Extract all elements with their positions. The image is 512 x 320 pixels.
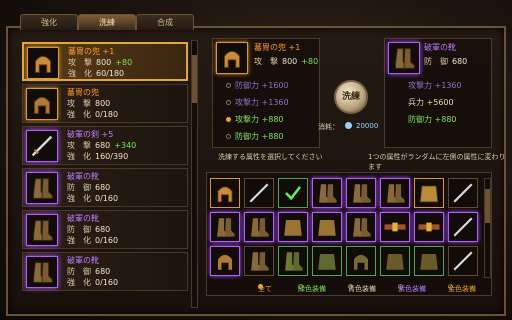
- gem-icon: [345, 122, 352, 129]
- equipment-list: 蕃冑の兜 +1 攻 撃 800 +80 強 化 60/180 蕃冑の兜 攻 撃 800 …: [22, 40, 190, 312]
- list-item[interactable]: 破軍の靴 防 御 680 強 化 0/160: [22, 252, 188, 291]
- sword-icon[interactable]: [448, 178, 478, 208]
- armor-icon[interactable]: [312, 246, 342, 276]
- source-hint: 1つの属性がランダムに左側の属性に変わります: [368, 153, 506, 171]
- cost-value: 20000: [356, 122, 379, 130]
- tab-synthesis[interactable]: 合成: [136, 14, 194, 30]
- boots-icon[interactable]: [312, 178, 342, 208]
- sword-icon[interactable]: [448, 246, 478, 276]
- sword-icon[interactable]: [448, 212, 478, 242]
- list-scrollbar-thumb[interactable]: [192, 55, 197, 103]
- armor-icon[interactable]: [278, 212, 308, 242]
- item-stat: 強 化 60/180: [68, 69, 125, 78]
- source-option: 兵力 +5600: [408, 98, 454, 107]
- boots-icon: [26, 214, 58, 246]
- item-stat: 強 化 160/390: [67, 152, 129, 161]
- helmet-icon[interactable]: [216, 42, 248, 74]
- boots-icon[interactable]: [346, 178, 376, 208]
- sword-icon: [26, 130, 58, 162]
- armor-icon[interactable]: [312, 212, 342, 242]
- checkmark-icon[interactable]: [278, 178, 308, 208]
- boots-icon[interactable]: [380, 178, 410, 208]
- source-stat: 防 御 680: [424, 57, 468, 66]
- armor-icon[interactable]: [380, 246, 410, 276]
- boots-icon: [26, 256, 58, 288]
- tab-enhance[interactable]: 強化: [20, 14, 78, 30]
- target-option[interactable]: 攻撃力 +1360: [226, 97, 289, 108]
- list-item[interactable]: 破軍の靴 防 御 680 強 化 0/160: [22, 168, 188, 207]
- list-scrollbar[interactable]: [191, 40, 198, 308]
- armor-icon[interactable]: [414, 178, 444, 208]
- item-name: 破軍の靴: [67, 172, 99, 181]
- helmet-icon: [26, 88, 58, 120]
- list-item[interactable]: 蕃冑の兜 +1 攻 撃 800 +80 強 化 60/180: [22, 42, 188, 81]
- boots-icon: [26, 172, 58, 204]
- refine-button[interactable]: 洗練: [334, 80, 368, 114]
- helmet-icon[interactable]: [210, 246, 240, 276]
- item-name: 破軍の剣 +5: [67, 130, 114, 139]
- item-stat: 攻 撃 800 +80: [68, 58, 133, 67]
- belt-icon[interactable]: [414, 212, 444, 242]
- helmet-icon: [27, 47, 59, 79]
- inventory-grid: [210, 178, 482, 278]
- item-stat: 強 化 0/180: [67, 110, 119, 119]
- cost-label: 消耗：: [318, 123, 339, 131]
- sword-icon[interactable]: [244, 178, 274, 208]
- boots-icon[interactable]: [388, 42, 420, 74]
- source-option: 防御力 +880: [408, 115, 457, 124]
- item-stat: 強 化 0/160: [67, 236, 119, 245]
- item-stat: 強 化 0/160: [67, 194, 119, 203]
- item-stat: 防 御 680: [67, 267, 111, 276]
- item-stat: 攻 撃 800: [67, 99, 111, 108]
- boots-icon[interactable]: [346, 212, 376, 242]
- item-stat: 防 御 680: [67, 225, 111, 234]
- source-name: 破軍の靴: [424, 43, 456, 52]
- target-option[interactable]: 防御力 +1600: [226, 80, 289, 91]
- target-hint: 洗練する属性を選択してください: [218, 153, 323, 161]
- target-name: 蕃冑の兜 +1: [254, 43, 301, 52]
- item-name: 破軍の靴: [67, 256, 99, 265]
- helmet-icon[interactable]: [346, 246, 376, 276]
- belt-icon[interactable]: [380, 212, 410, 242]
- item-stat: 防 御 680: [67, 183, 111, 192]
- list-item[interactable]: 蕃冑の兜 攻 撃 800 強 化 0/180: [22, 84, 188, 123]
- target-option[interactable]: 攻撃力 +880: [226, 114, 284, 125]
- target-option[interactable]: 防御力 +880: [226, 131, 284, 142]
- boots-icon[interactable]: [278, 246, 308, 276]
- item-stat: 攻 撃 680 +340: [67, 141, 137, 150]
- armor-icon[interactable]: [414, 246, 444, 276]
- list-item[interactable]: 破軍の剣 +5 攻 撃 680 +340 強 化 160/390: [22, 126, 188, 165]
- helmet-icon[interactable]: [210, 178, 240, 208]
- boots-icon[interactable]: [244, 246, 274, 276]
- item-stat: 強 化 0/160: [67, 278, 119, 287]
- source-option: 攻撃力 +1360: [408, 81, 462, 90]
- inventory-scrollbar[interactable]: [484, 178, 491, 278]
- inventory-scrollbar-thumb[interactable]: [485, 189, 490, 223]
- boots-icon[interactable]: [244, 212, 274, 242]
- item-name: 蕃冑の兜 +1: [68, 47, 115, 56]
- tab-refine[interactable]: 洗練: [78, 14, 136, 30]
- boots-icon[interactable]: [210, 212, 240, 242]
- target-stat: 攻 撃 800 +80: [254, 57, 319, 66]
- list-item[interactable]: 破軍の靴 防 御 680 強 化 0/160: [22, 210, 188, 249]
- item-name: 破軍の靴: [67, 214, 99, 223]
- item-name: 蕃冑の兜: [67, 88, 99, 97]
